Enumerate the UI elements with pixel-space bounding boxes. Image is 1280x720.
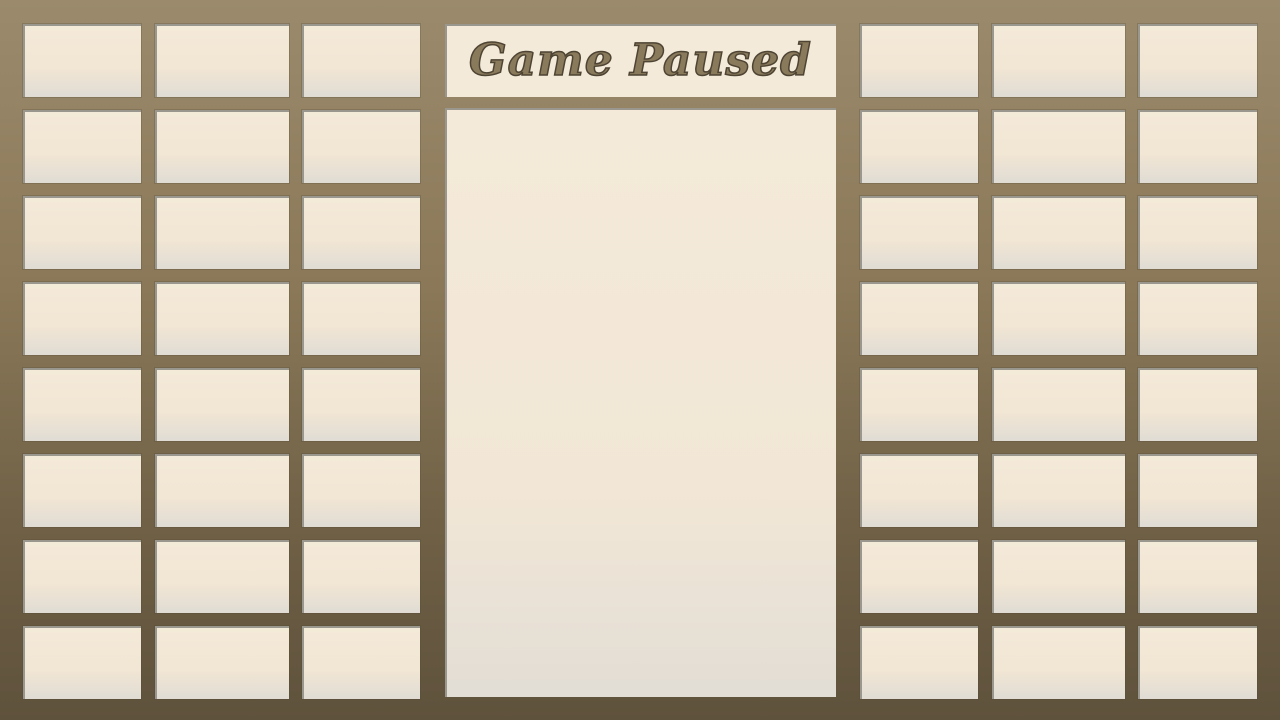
right-decor-cell — [860, 454, 978, 527]
right-decor-cell — [1138, 196, 1257, 269]
right-decor-cell — [992, 626, 1125, 699]
right-decor-cell — [860, 540, 978, 613]
left-decor-cell — [302, 454, 420, 527]
left-decor-cell — [155, 454, 289, 527]
left-decor-cell — [155, 626, 289, 699]
left-decor-cell — [23, 282, 141, 355]
left-decor-cell — [302, 540, 420, 613]
right-decor-cell — [1138, 454, 1257, 527]
left-decor-cell — [155, 282, 289, 355]
right-decor-cell — [1138, 24, 1257, 97]
right-decor-cell — [1138, 110, 1257, 183]
left-decor-cell — [155, 24, 289, 97]
left-decor-cell — [23, 368, 141, 441]
pause-title: Game Paused — [468, 34, 812, 87]
right-decor-cell — [992, 540, 1125, 613]
left-decor-cell — [155, 368, 289, 441]
right-decor-cell — [992, 454, 1125, 527]
pause-menu-panel — [445, 108, 836, 697]
left-decor-cell — [23, 454, 141, 527]
left-decor-cell — [155, 540, 289, 613]
right-decor-cell — [992, 196, 1125, 269]
right-decor-cell — [992, 110, 1125, 183]
left-decor-cell — [302, 196, 420, 269]
left-decor-cell — [302, 110, 420, 183]
left-decor-cell — [23, 626, 141, 699]
left-decor-cell — [155, 196, 289, 269]
right-decor-cell — [1138, 368, 1257, 441]
right-decor-cell — [860, 368, 978, 441]
right-decor-cell — [860, 110, 978, 183]
left-decor-cell — [23, 110, 141, 183]
right-decor-cell — [992, 282, 1125, 355]
left-decor-cell — [23, 24, 141, 97]
left-decor-cell — [23, 540, 141, 613]
right-decor-cell — [860, 196, 978, 269]
right-decor-cell — [1138, 540, 1257, 613]
right-decor-cell — [1138, 626, 1257, 699]
left-decor-cell — [302, 282, 420, 355]
left-decor-cell — [23, 196, 141, 269]
right-decor-cell — [992, 368, 1125, 441]
left-decor-cell — [302, 626, 420, 699]
left-decor-cell — [155, 110, 289, 183]
right-decor-cell — [860, 282, 978, 355]
right-decor-cell — [992, 24, 1125, 97]
left-decor-cell — [302, 368, 420, 441]
right-decor-cell — [860, 626, 978, 699]
right-decor-cell — [860, 24, 978, 97]
right-decor-cell — [1138, 282, 1257, 355]
left-decor-cell — [302, 24, 420, 97]
pause-title-panel: Game Paused — [445, 24, 836, 97]
